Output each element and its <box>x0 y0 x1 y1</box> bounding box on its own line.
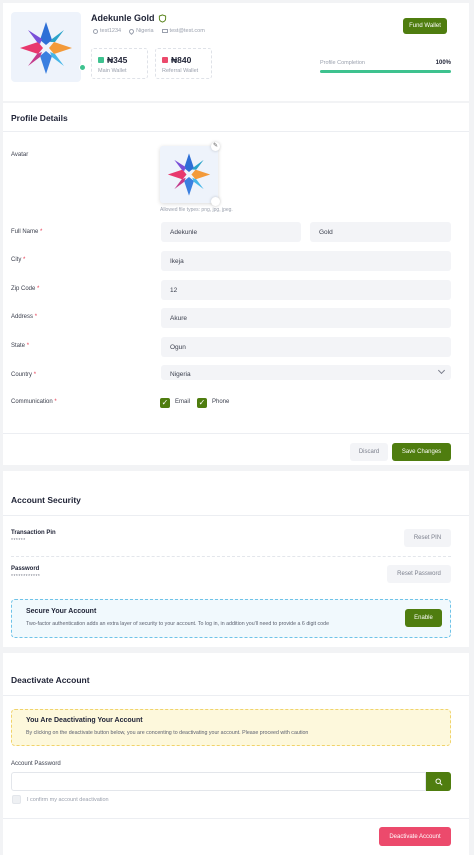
two-factor-notice: Secure Your Account Two-factor authentic… <box>11 599 451 638</box>
username: test1234 <box>100 28 122 34</box>
deactivate-warning: You Are Deactivating Your Account By cli… <box>11 709 451 746</box>
referral-wallet-amount: ₦840 <box>171 55 192 65</box>
fund-wallet-button[interactable]: Fund Wallet <box>403 18 447 34</box>
wallet-icon <box>162 57 168 63</box>
divider <box>3 695 469 696</box>
country-select-value: Nigeria <box>170 371 191 378</box>
avatar-label: Avatar <box>11 152 29 158</box>
divider <box>3 818 469 819</box>
wallet-icon <box>98 57 104 63</box>
online-status-dot <box>79 64 86 71</box>
country-label-text: Country <box>11 372 33 378</box>
deactivate-warning-text: By clicking on the deactivate button bel… <box>26 730 309 736</box>
two-factor-text: Two-factor authentication adds an extra … <box>26 621 330 627</box>
deactivate-warning-title: You Are Deactivating Your Account <box>26 717 143 724</box>
communication-label-text: Communication <box>11 399 53 405</box>
divider <box>3 515 469 516</box>
profile-header-card: Adekunle Gold test1234 Nigeria test@test… <box>3 3 469 101</box>
pencil-icon[interactable]: ✎ <box>211 142 220 151</box>
divider <box>3 433 469 434</box>
confirm-deactivation-label: I confirm my account deactivation <box>27 797 109 803</box>
avatar-upload[interactable] <box>160 146 218 203</box>
address-input[interactable]: Akure <box>161 308 451 328</box>
referral-wallet-box: ₦840 Referral Wallet <box>155 48 212 79</box>
password-mask: ************ <box>11 574 41 580</box>
address-label: Address * <box>11 314 37 320</box>
state-input[interactable]: Ogun <box>161 337 451 357</box>
confirm-deactivation-checkbox[interactable] <box>12 795 21 804</box>
discard-button[interactable]: Discard <box>350 443 388 461</box>
transaction-pin-mask: ****** <box>11 538 26 544</box>
required-mark: * <box>26 343 30 349</box>
phone-option-label: Phone <box>212 399 230 405</box>
required-mark: * <box>33 372 37 378</box>
state-label: State * <box>11 343 29 349</box>
city-label: City * <box>11 257 25 263</box>
reset-pin-button[interactable]: Reset PIN <box>404 529 451 547</box>
state-label-text: State <box>11 343 26 349</box>
two-factor-title: Secure Your Account <box>26 608 97 615</box>
city-label-text: City <box>11 257 22 263</box>
deactivate-account-button[interactable]: Deactivate Account <box>379 827 451 846</box>
address-label-text: Address <box>11 314 34 320</box>
zip-input[interactable]: 12 <box>161 280 451 300</box>
avatar-preview-image <box>167 153 211 196</box>
account-security-title: Account Security <box>11 495 81 505</box>
save-changes-button[interactable]: Save Changes <box>392 443 451 461</box>
user-icon <box>93 28 98 34</box>
map-pin-icon <box>128 27 136 35</box>
main-wallet-amount: ₦345 <box>107 55 128 65</box>
zip-label: Zip Code * <box>11 286 39 292</box>
last-name-input[interactable]: Gold <box>310 222 451 242</box>
required-mark: * <box>23 257 26 263</box>
full-name-label: Full Name * <box>11 229 42 235</box>
profile-avatar <box>11 12 81 82</box>
shield-check-icon <box>158 13 166 23</box>
required-mark: * <box>37 286 40 292</box>
deactivate-account-title: Deactivate Account <box>11 675 90 685</box>
full-name-label-text: Full Name <box>11 229 39 235</box>
email-checkbox[interactable]: ✓ <box>160 398 170 408</box>
city-input[interactable]: Ikeja <box>161 251 451 271</box>
profile-details-title: Profile Details <box>11 113 68 123</box>
country-select[interactable]: Nigeria <box>161 365 451 380</box>
required-mark: * <box>34 314 38 320</box>
avatar-logo-image <box>20 22 72 74</box>
required-mark: * <box>54 399 57 405</box>
profile-name: Adekunle Gold <box>91 13 155 23</box>
account-password-label: Account Password <box>11 761 61 767</box>
divider <box>3 131 469 132</box>
location: Nigeria <box>136 28 154 34</box>
profile-completion-fill <box>320 70 451 73</box>
profile-completion-label: Profile Completion <box>320 60 365 66</box>
avatar-remove-handle[interactable] <box>211 197 220 206</box>
search-icon[interactable] <box>426 772 451 791</box>
enable-2fa-button[interactable]: Enable <box>405 609 442 627</box>
avatar-hint: Allowed file types: png, jpg, jpeg. <box>160 207 233 213</box>
communication-label: Communication * <box>11 399 57 405</box>
main-wallet-box: ₦345 Main Wallet <box>91 48 148 79</box>
email: test@test.com <box>169 28 205 34</box>
first-name-input[interactable]: Adekunle <box>161 222 301 242</box>
profile-completion-track <box>320 70 451 73</box>
required-mark: * <box>40 229 43 235</box>
divider-dashed <box>11 556 451 557</box>
phone-checkbox[interactable]: ✓ <box>197 398 207 408</box>
email-option-label: Email <box>175 399 191 405</box>
transaction-pin-label: Transaction Pin <box>11 530 56 536</box>
referral-wallet-label: Referral Wallet <box>162 68 199 74</box>
zip-label-text: Zip Code <box>11 286 36 292</box>
password-label: Password <box>11 566 40 572</box>
reset-password-button[interactable]: Reset Password <box>387 565 451 583</box>
search-icon-glyph <box>434 777 443 786</box>
envelope-icon <box>161 29 168 33</box>
account-password-input[interactable] <box>11 772 426 791</box>
country-label: Country * <box>11 372 36 378</box>
profile-completion-value: 100% <box>435 60 451 66</box>
main-wallet-label: Main Wallet <box>98 68 127 74</box>
